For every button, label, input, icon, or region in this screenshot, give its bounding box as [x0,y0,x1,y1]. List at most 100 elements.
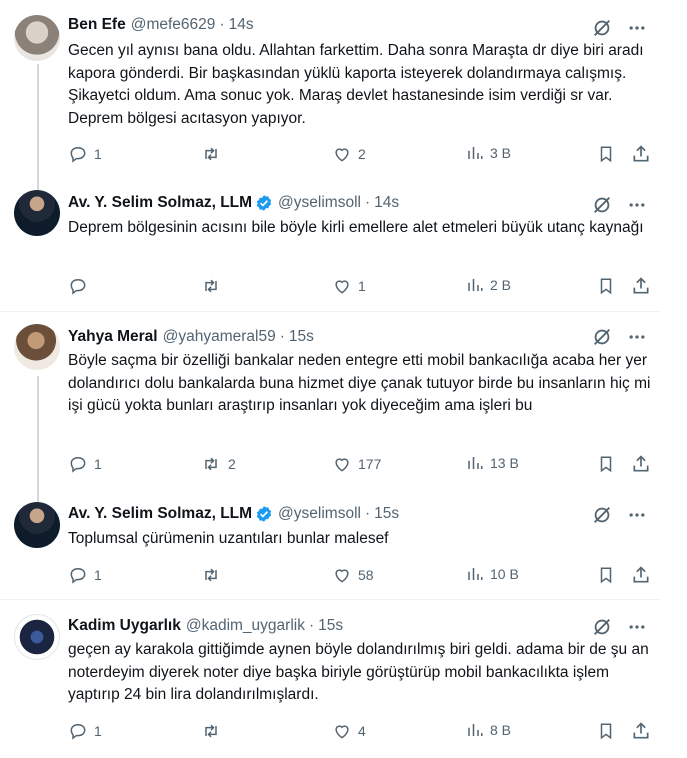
bookmark-button[interactable] [597,276,615,296]
bookmark-button[interactable] [597,144,615,164]
reply-button[interactable]: 1 [68,454,102,474]
bookmark-button[interactable] [597,721,615,741]
user-handle[interactable]: @yahyameral59 [163,327,276,347]
like-button[interactable]: 4 [332,721,366,741]
analytics-icon [468,147,483,159]
display-name[interactable]: Av. Y. Selim Solmaz, LLM [68,193,252,213]
tweet[interactable]: Yahya Meral @yahyameral59 · 15s Böyle sa… [0,312,687,490]
reply-button[interactable]: 1 [68,565,102,585]
share-icon [633,566,649,583]
timestamp[interactable]: 15s [318,616,343,636]
reply-button[interactable]: 1 [68,721,102,741]
reply-button[interactable] [68,276,94,296]
views-button[interactable]: 13 B [466,454,519,472]
reply-icon [70,567,86,584]
separator-dot: · [308,617,315,634]
bookmark-button[interactable] [597,454,615,474]
tweet[interactable]: Kadim Uygarlık @kadim_uygarlik · 15s geç… [0,600,687,758]
repost-button[interactable] [200,565,228,585]
grok-icon[interactable] [591,504,613,526]
tweet-header: Ben Efe @mefe6629 · 14s [68,15,254,35]
repost-button[interactable]: 2 [200,454,236,474]
like-count: 1 [358,278,366,294]
tweet-text: geçen ay karakola gittiğimde aynen böyle… [68,641,649,703]
like-count: 58 [358,567,374,583]
view-count: 3 B [490,145,512,161]
separator-dot: · [219,16,225,33]
repost-button[interactable] [200,721,228,741]
tweet[interactable]: Ben Efe @mefe6629 · 14s Gecen yıl aynısı… [0,0,687,180]
grok-icon[interactable] [591,17,613,39]
verified-badge-icon [256,506,272,522]
more-options-icon[interactable] [627,18,647,38]
grok-icon[interactable] [591,616,613,638]
more-options-icon[interactable] [627,327,647,347]
grok-icon[interactable] [591,326,613,348]
tweet-text: Böyle saçma bir özelliği bankalar neden … [68,352,651,414]
views-button[interactable]: 8 B [466,721,511,739]
grok-icon[interactable] [591,194,613,216]
tweet-header: Yahya Meral @yahyameral59 · 15s [68,327,314,347]
repost-icon [205,147,217,161]
repost-icon [205,568,217,582]
like-button[interactable]: 2 [332,144,366,164]
avatar[interactable] [14,324,60,370]
reply-icon [70,146,86,163]
tweet-top-actions [591,504,647,526]
tweet-actions: 1 2 177 13 B [68,454,658,476]
repost-icon [205,457,217,471]
share-button[interactable] [631,721,651,741]
share-icon [633,722,649,739]
like-count: 177 [358,456,382,472]
share-button[interactable] [631,144,651,164]
more-options-icon[interactable] [627,617,647,637]
timestamp[interactable]: 15s [374,504,399,524]
reply-button[interactable]: 1 [68,144,102,164]
display-name[interactable]: Kadim Uygarlık [68,616,181,636]
views-button[interactable]: 10 B [466,565,519,583]
tweet-text: Deprem bölgesinin acısını bile böyle kir… [68,219,644,236]
bookmark-button[interactable] [597,565,615,585]
repost-button[interactable] [200,276,228,296]
more-options-icon[interactable] [627,505,647,525]
tweet[interactable]: Av. Y. Selim Solmaz, LLM @yselimsoll · 1… [0,180,687,310]
avatar[interactable] [14,190,60,236]
analytics-icon [468,279,483,291]
display-name[interactable]: Av. Y. Selim Solmaz, LLM [68,504,252,524]
user-handle[interactable]: @mefe6629 [131,15,216,35]
heart-icon [335,725,349,739]
repost-button[interactable] [200,144,228,164]
more-options-icon[interactable] [627,195,647,215]
tweet-actions: 1 58 10 B [68,565,658,587]
user-handle[interactable]: @kadim_uygarlik [186,616,305,636]
tweet-header: Av. Y. Selim Solmaz, LLM @yselimsoll · 1… [68,504,399,524]
like-button[interactable]: 177 [332,454,381,474]
display-name[interactable]: Ben Efe [68,15,126,35]
share-button[interactable] [631,565,651,585]
timestamp[interactable]: 14s [374,193,399,213]
analytics-icon [468,457,483,469]
reply-count: 1 [94,146,102,162]
user-handle[interactable]: @yselimsoll [278,193,361,213]
tweet-top-actions [591,17,647,39]
avatar[interactable] [14,614,60,660]
bookmark-icon [600,567,612,584]
avatar[interactable] [14,15,60,61]
reply-count: 1 [94,723,102,739]
share-button[interactable] [631,454,651,474]
timestamp[interactable]: 15s [289,327,314,347]
timestamp[interactable]: 14s [229,15,254,35]
share-icon [633,145,649,162]
tweet-actions: 1 4 8 B [68,721,658,743]
bookmark-icon [600,723,612,740]
reply-icon [70,278,86,295]
views-button[interactable]: 3 B [466,144,511,162]
like-button[interactable]: 58 [332,565,374,585]
avatar[interactable] [14,502,60,548]
user-handle[interactable]: @yselimsoll [278,504,361,524]
views-button[interactable]: 2 B [466,276,511,294]
share-button[interactable] [631,276,651,296]
display-name[interactable]: Yahya Meral [68,327,158,347]
like-button[interactable]: 1 [332,276,366,296]
tweet[interactable]: Av. Y. Selim Solmaz, LLM @yselimsoll · 1… [0,490,687,598]
